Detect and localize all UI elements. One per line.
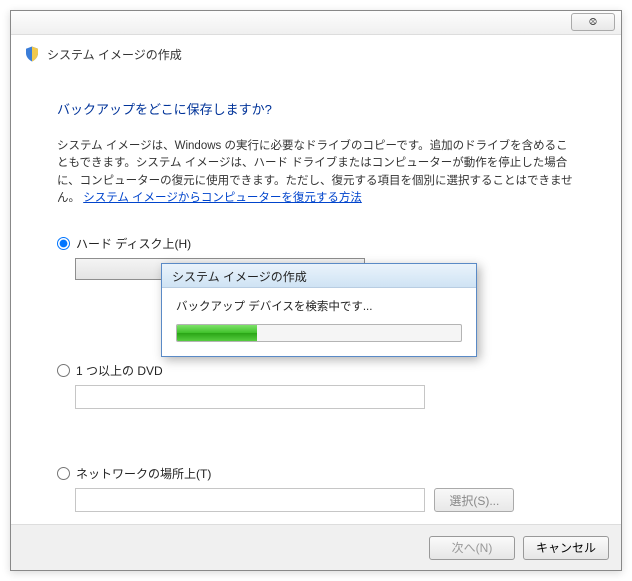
page-question: バックアップをどこに保存しますか?	[57, 99, 575, 118]
progress-status-text: バックアップ デバイスを検索中です...	[176, 298, 462, 314]
radio-hard-disk-label: ハード ディスク上(H)	[76, 235, 191, 252]
help-link[interactable]: システム イメージからコンピューターを復元する方法	[83, 192, 362, 204]
radio-hard-disk[interactable]	[57, 237, 70, 250]
page-description: システム イメージは、Windows の実行に必要なドライブのコピーです。追加の…	[57, 138, 575, 207]
progress-dialog-body: バックアップ デバイスを検索中です...	[162, 288, 476, 352]
radio-network-label: ネットワークの場所上(T)	[76, 465, 211, 482]
progress-fill	[177, 325, 257, 341]
shield-icon	[23, 45, 41, 63]
footer: 次へ(N) キャンセル	[11, 524, 621, 570]
dvd-path-input[interactable]	[75, 385, 425, 409]
option-dvd: 1 つ以上の DVD	[57, 362, 575, 409]
next-button[interactable]: 次へ(N)	[429, 536, 515, 560]
progress-dialog: システム イメージの作成 バックアップ デバイスを検索中です...	[161, 263, 477, 357]
titlebar: ⮾	[11, 11, 621, 35]
close-button[interactable]: ⮾	[571, 13, 615, 31]
network-path-input[interactable]	[75, 488, 425, 512]
header: システム イメージの作成	[11, 35, 621, 71]
radio-network[interactable]	[57, 467, 70, 480]
progress-dialog-title: システム イメージの作成	[162, 264, 476, 288]
radio-dvd-label: 1 つ以上の DVD	[76, 362, 163, 379]
progress-bar	[176, 324, 462, 342]
cancel-button[interactable]: キャンセル	[523, 536, 609, 560]
wizard-window: ⮾ システム イメージの作成 バックアップをどこに保存しますか? システム イメ…	[10, 10, 622, 571]
select-button[interactable]: 選択(S)...	[434, 488, 514, 512]
option-network: ネットワークの場所上(T) 選択(S)...	[57, 465, 575, 512]
header-title: システム イメージの作成	[47, 46, 182, 63]
radio-dvd[interactable]	[57, 364, 70, 377]
close-icon: ⮾	[589, 17, 597, 28]
